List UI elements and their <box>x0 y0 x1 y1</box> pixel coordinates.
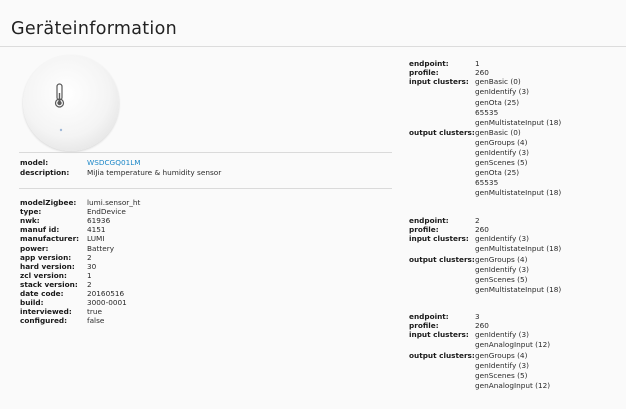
cluster-name: genAnalogInput (12) <box>475 380 551 390</box>
endpoint-value: 1 <box>475 59 480 68</box>
cluster-name: genMultistateInput (18) <box>475 117 562 127</box>
cluster-name: genIdentify (3) <box>475 148 529 158</box>
cluster-name: genMultistateInput (18) <box>475 244 562 254</box>
endpoint-value: 2 <box>475 216 480 225</box>
cluster-name: genGroups (4) <box>475 137 528 147</box>
cluster-name: genOta (25) <box>475 97 520 107</box>
profile-label: profile: <box>409 68 439 78</box>
model-link[interactable]: WSDCGQ01LM <box>87 158 141 168</box>
cluster-name: genIdentify (3) <box>475 330 529 340</box>
profile-value: 260 <box>475 68 489 78</box>
input-clusters-label: input clusters: <box>409 330 469 340</box>
profile-label: profile: <box>409 321 439 331</box>
detail-value: false <box>87 316 105 326</box>
cluster-name: genMultistateInput (18) <box>475 284 562 294</box>
cluster-name: genGroups (4) <box>475 350 528 360</box>
cluster-name: genScenes (5) <box>475 274 528 284</box>
divider <box>19 152 392 153</box>
cluster-name: 65535 <box>475 178 499 188</box>
profile-value: 260 <box>475 321 489 331</box>
cluster-name: 65535 <box>475 107 499 117</box>
output-clusters-label: output clusters: <box>409 254 475 264</box>
cluster-name: genAnalogInput (12) <box>475 340 551 350</box>
input-clusters-label: input clusters: <box>409 77 469 87</box>
model-label: model: <box>20 158 49 167</box>
cluster-name: genIdentify (3) <box>475 360 529 370</box>
output-clusters-label: output clusters: <box>409 350 475 360</box>
device-image <box>23 55 119 151</box>
cluster-name: genOta (25) <box>475 168 520 178</box>
endpoint-value: 3 <box>475 312 480 321</box>
thermometer-icon <box>54 83 65 132</box>
endpoint-label: endpoint: <box>409 216 449 225</box>
page-title: Geräteinformation <box>11 19 177 39</box>
detail-label: configured: <box>20 316 68 326</box>
cluster-name: genIdentify (3) <box>475 87 529 97</box>
cluster-name: genGroups (4) <box>475 254 528 264</box>
profile-value: 260 <box>475 225 489 235</box>
cluster-name: genMultistateInput (18) <box>475 188 562 198</box>
cluster-name: genBasic (0) <box>475 77 521 87</box>
page-header: Geräteinformation <box>0 0 626 47</box>
endpoint-label: endpoint: <box>409 312 449 321</box>
profile-label: profile: <box>409 225 439 235</box>
description-value: MiJia temperature & humidity sensor <box>87 168 222 177</box>
input-clusters-label: input clusters: <box>409 234 469 244</box>
cluster-name: genScenes (5) <box>475 370 528 380</box>
description-label: description: <box>20 168 70 177</box>
divider <box>19 188 392 189</box>
cluster-name: genIdentify (3) <box>475 264 529 274</box>
output-clusters-label: output clusters: <box>409 127 475 137</box>
cluster-name: genScenes (5) <box>475 158 528 168</box>
cluster-name: genBasic (0) <box>475 127 521 137</box>
cluster-name: genIdentify (3) <box>475 234 529 244</box>
endpoint-label: endpoint: <box>409 59 449 68</box>
